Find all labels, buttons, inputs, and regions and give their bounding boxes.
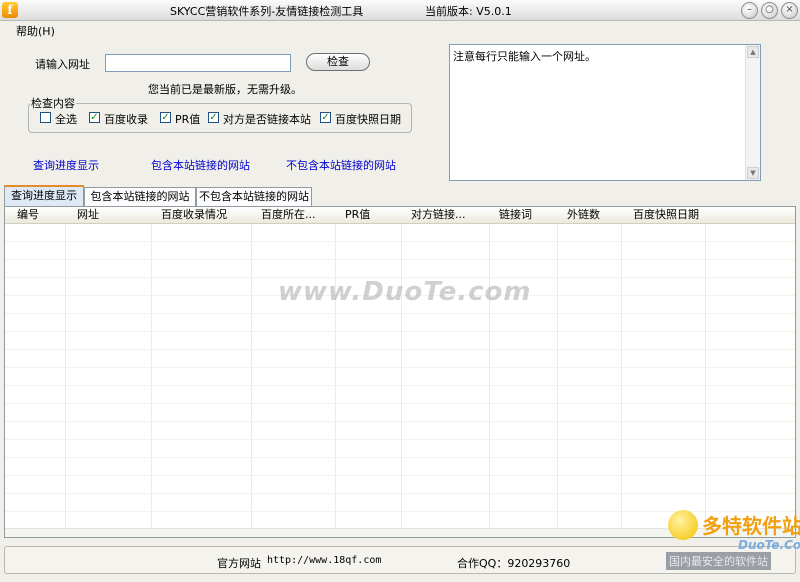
checkbox-baidu-index[interactable]: ✓ — [89, 112, 100, 123]
tab-progress[interactable]: 查询进度显示 — [4, 185, 84, 206]
link-not-contains[interactable]: 不包含本站链接的网站 — [286, 157, 396, 173]
link-progress[interactable]: 查询进度显示 — [33, 157, 99, 173]
mascot-icon — [668, 510, 698, 540]
column-header-url[interactable]: 网址 — [77, 207, 99, 223]
minimize-button[interactable]: – — [741, 2, 758, 19]
row-divider — [5, 259, 795, 260]
checkbox-pr[interactable]: ✓ — [160, 112, 171, 123]
column-divider — [489, 207, 490, 537]
checkbox-pr-label[interactable]: PR值 — [175, 111, 200, 127]
column-divider — [335, 207, 336, 537]
checkbox-snapshot-date[interactable]: ✓ — [320, 112, 331, 123]
window-title: SKYCC营销软件系列-友情链接检测工具 — [170, 5, 364, 18]
row-divider — [5, 475, 795, 476]
row-divider — [5, 439, 795, 440]
link-contains[interactable]: 包含本站链接的网站 — [151, 157, 250, 173]
column-header-outlinks[interactable]: 外链数 — [567, 207, 600, 223]
column-header-anchor-text[interactable]: 链接词 — [499, 207, 532, 223]
scroll-up-icon[interactable]: ▲ — [747, 46, 759, 58]
url-input[interactable] — [105, 54, 291, 72]
qq-contact: 合作QQ：920293760 — [457, 557, 571, 570]
column-divider — [621, 207, 622, 537]
check-button[interactable]: 检查 — [306, 53, 370, 71]
checkbox-baidu-index-label[interactable]: 百度收录 — [104, 111, 148, 127]
logo-domain: DuoTe.Com — [738, 538, 800, 552]
website-label: 官方网站 — [217, 557, 261, 570]
watermark-text: www.DuoTe.com — [278, 277, 532, 307]
notes-scrollbar[interactable]: ▲ ▼ — [745, 45, 760, 180]
column-divider — [401, 207, 402, 537]
column-divider — [557, 207, 558, 537]
row-divider — [5, 457, 795, 458]
table-header: 编号 网址 百度收录情况 百度所在... PR值 对方链接... 链接词 外链数… — [5, 207, 795, 224]
url-list-textarea[interactable]: 注意每行只能输入一个网址。 ▲ ▼ — [449, 44, 761, 181]
column-divider — [251, 207, 252, 537]
row-divider — [5, 421, 795, 422]
tab-contains[interactable]: 包含本站链接的网站 — [84, 187, 196, 206]
column-header-baidu-rank[interactable]: 百度所在... — [261, 207, 316, 223]
checkbox-backlink[interactable]: ✓ — [208, 112, 219, 123]
logo-slogan: 国内最安全的软件站 — [666, 552, 771, 570]
checkbox-select-all[interactable] — [40, 112, 51, 123]
row-divider — [5, 367, 795, 368]
row-divider — [5, 493, 795, 494]
menu-help[interactable]: 帮助(H) — [16, 23, 55, 39]
app-window: f SKYCC营销软件系列-友情链接检测工具 当前版本: V5.0.1 – ○ … — [0, 0, 800, 582]
column-header-backlink[interactable]: 对方链接... — [411, 207, 466, 223]
results-grid[interactable]: 编号 网址 百度收录情况 百度所在... PR值 对方链接... 链接词 外链数… — [4, 206, 796, 538]
menu-bar: 帮助(H) — [0, 21, 800, 39]
options-legend: 检查内容 — [30, 95, 76, 111]
website-url-link[interactable]: http://www.18qf.com — [267, 555, 381, 566]
column-divider — [705, 207, 706, 537]
update-status: 您当前已是最新版，无需升级。 — [148, 83, 302, 96]
title-bar[interactable]: f SKYCC营销软件系列-友情链接检测工具 当前版本: V5.0.1 – ○ … — [0, 0, 800, 21]
column-header-snapshot-date[interactable]: 百度快照日期 — [633, 207, 699, 223]
row-divider — [5, 385, 795, 386]
site-logo: 多特软件站 DuoTe.Com 国内最安全的软件站 — [666, 508, 800, 574]
checkbox-select-all-label[interactable]: 全选 — [55, 111, 77, 127]
row-divider — [5, 403, 795, 404]
maximize-button[interactable]: ○ — [761, 2, 778, 19]
url-label: 请输入网址 — [35, 58, 90, 71]
column-divider — [151, 207, 152, 537]
notes-text: 注意每行只能输入一个网址。 — [453, 50, 596, 63]
close-button[interactable]: × — [781, 2, 798, 19]
column-divider — [65, 207, 66, 537]
checkbox-snapshot-date-label[interactable]: 百度快照日期 — [335, 111, 401, 127]
column-header-id[interactable]: 编号 — [17, 207, 39, 223]
row-divider — [5, 313, 795, 314]
tab-not-contains[interactable]: 不包含本站链接的网站 — [196, 187, 312, 206]
row-divider — [5, 331, 795, 332]
column-header-baidu-index[interactable]: 百度收录情况 — [161, 207, 227, 223]
app-icon[interactable]: f — [2, 2, 18, 18]
row-divider — [5, 349, 795, 350]
checkbox-backlink-label[interactable]: 对方是否链接本站 — [223, 111, 311, 127]
version-label: 当前版本: V5.0.1 — [425, 5, 512, 18]
scroll-down-icon[interactable]: ▼ — [747, 167, 759, 179]
logo-title: 多特软件站 — [702, 514, 800, 538]
column-header-pr[interactable]: PR值 — [345, 207, 370, 223]
row-divider — [5, 241, 795, 242]
